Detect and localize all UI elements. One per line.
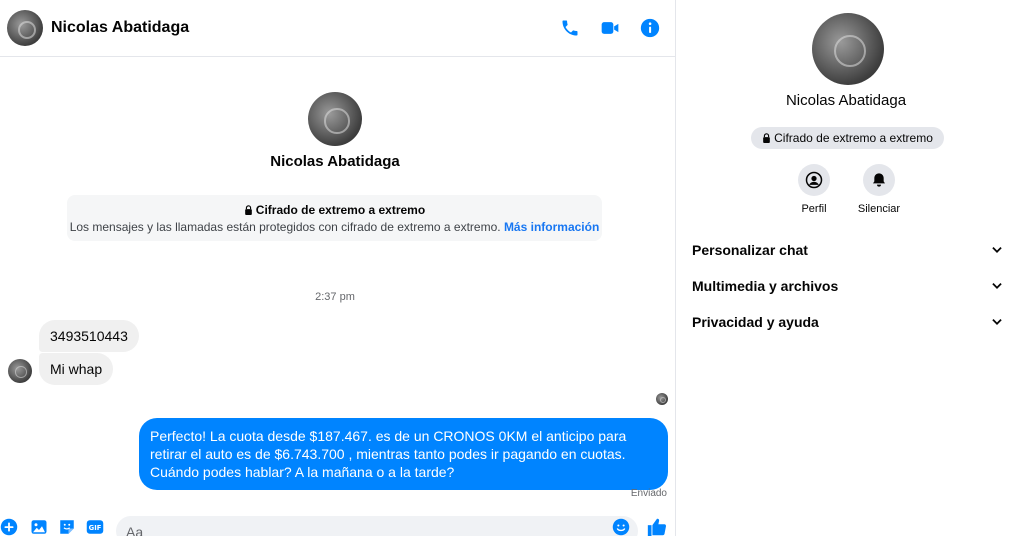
e2e-title-text: Cifrado de extremo a extremo xyxy=(255,203,426,217)
panel-avatar[interactable] xyxy=(812,13,884,85)
section-customize-chat[interactable]: Personalizar chat xyxy=(692,238,1004,262)
e2e-title: Cifrado de extremo a extremo xyxy=(67,203,602,217)
intro-contact-name: Nicolas Abatidaga xyxy=(270,153,400,170)
section-label: Privacidad y ayuda xyxy=(692,314,819,330)
section-privacy-help[interactable]: Privacidad y ayuda xyxy=(692,310,1004,334)
section-label: Multimedia y archivos xyxy=(692,278,839,294)
thumbs-up-icon xyxy=(647,518,667,536)
mute-label: Silenciar xyxy=(857,203,901,215)
message-timestamp: 2:37 pm xyxy=(315,291,355,303)
emoji-icon xyxy=(612,518,630,536)
video-call-button[interactable] xyxy=(596,14,624,42)
svg-text:GIF: GIF xyxy=(89,524,102,532)
attach-media-button[interactable] xyxy=(30,518,48,536)
info-button[interactable] xyxy=(636,14,664,42)
message-input[interactable] xyxy=(116,516,638,536)
profile-action[interactable]: Perfil xyxy=(784,164,844,215)
e2e-notice: Cifrado de extremo a extremo Los mensaje… xyxy=(67,195,602,241)
bell-icon xyxy=(873,173,885,187)
seen-avatar xyxy=(656,393,668,405)
like-button[interactable] xyxy=(646,516,668,536)
conversation-info-panel: Nicolas Abatidaga Cifrado de extremo a e… xyxy=(677,0,1035,536)
intro-avatar[interactable] xyxy=(308,92,362,146)
mute-action[interactable]: Silenciar xyxy=(849,164,909,215)
chat-header: Nicolas Abatidaga xyxy=(0,0,676,57)
header-avatar[interactable] xyxy=(7,10,43,46)
plus-circle-icon xyxy=(0,518,18,536)
gif-icon: GIF xyxy=(86,520,104,534)
lock-icon xyxy=(763,133,770,143)
sticker-icon xyxy=(60,520,74,534)
chevron-down-icon xyxy=(992,319,1002,325)
chevron-down-icon xyxy=(992,283,1002,289)
section-label: Personalizar chat xyxy=(692,242,808,258)
more-actions-button[interactable] xyxy=(0,518,18,536)
outgoing-message[interactable]: Perfecto! La cuota desde $187.467. es de… xyxy=(139,418,668,490)
call-button[interactable] xyxy=(556,14,584,42)
sticker-button[interactable] xyxy=(58,518,76,536)
incoming-message[interactable]: 3493510443 xyxy=(39,320,139,352)
mute-button[interactable] xyxy=(863,164,895,196)
phone-icon xyxy=(562,20,578,36)
gif-button[interactable]: GIF xyxy=(86,518,104,536)
emoji-button[interactable] xyxy=(612,518,630,536)
chevron-down-icon xyxy=(992,247,1002,253)
image-icon xyxy=(31,520,47,534)
e2e-badge: Cifrado de extremo a extremo xyxy=(751,127,944,149)
section-media-files[interactable]: Multimedia y archivos xyxy=(692,274,1004,298)
sender-avatar[interactable] xyxy=(8,359,32,383)
info-icon xyxy=(640,18,660,38)
more-info-link[interactable]: Más información xyxy=(504,220,599,234)
profile-button[interactable] xyxy=(798,164,830,196)
panel-contact-name: Nicolas Abatidaga xyxy=(785,92,907,109)
video-camera-icon xyxy=(601,22,619,34)
chat-pane: Nicolas Abatidaga Nicolas Abatidaga Cifr… xyxy=(0,0,676,536)
composer: GIF xyxy=(0,512,676,536)
e2e-description-text: Los mensajes y las llamadas están proteg… xyxy=(69,220,501,234)
message-status: Enviado xyxy=(630,488,667,499)
header-contact-name[interactable]: Nicolas Abatidaga xyxy=(51,19,189,37)
e2e-description: Los mensajes y las llamadas están proteg… xyxy=(67,220,602,234)
e2e-badge-text: Cifrado de extremo a extremo xyxy=(774,131,933,145)
incoming-message[interactable]: Mi whap xyxy=(39,353,114,385)
profile-icon xyxy=(805,171,823,189)
lock-icon xyxy=(244,205,252,215)
header-actions xyxy=(556,14,664,42)
profile-label: Perfil xyxy=(801,203,827,215)
